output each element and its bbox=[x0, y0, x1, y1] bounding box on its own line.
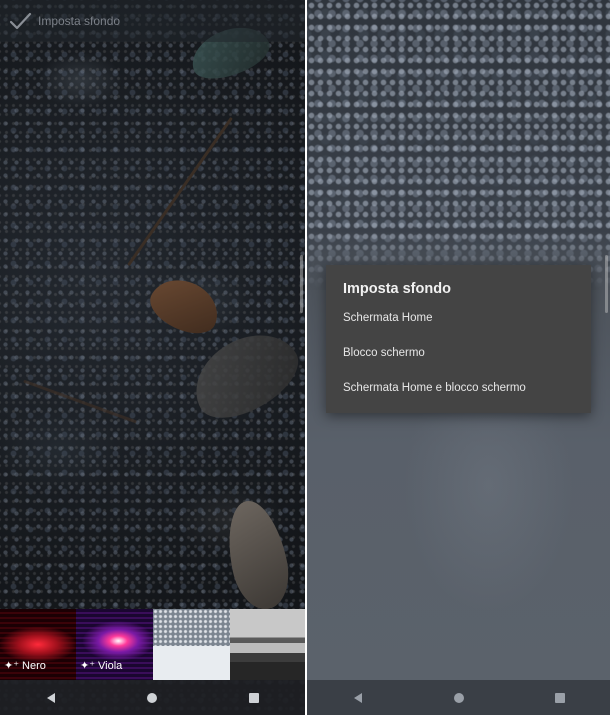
wallpaper-thumbnail-strip: ✦⁺ Nero ✦⁺ Viola bbox=[0, 609, 305, 680]
thumbnail-label: ✦⁺ Viola bbox=[80, 659, 123, 673]
set-wallpaper-label[interactable]: Imposta sfondo bbox=[38, 14, 120, 28]
leaf-decoration bbox=[219, 495, 296, 615]
navigation-bar-right bbox=[307, 680, 610, 715]
back-icon bbox=[353, 692, 362, 703]
option-lock-screen[interactable]: Blocco schermo bbox=[343, 346, 574, 381]
home-icon bbox=[147, 692, 158, 703]
twig-decoration bbox=[23, 379, 137, 424]
top-bar: Imposta sfondo bbox=[0, 0, 305, 42]
thumbnail-label: ✦⁺ Nero bbox=[4, 659, 46, 673]
recents-icon bbox=[249, 692, 260, 703]
scroll-handle[interactable] bbox=[300, 255, 303, 313]
leaf-decoration bbox=[179, 317, 305, 433]
thumbnail-viola[interactable]: ✦⁺ Viola bbox=[76, 609, 153, 680]
recents-button[interactable] bbox=[224, 680, 284, 715]
sparkle-icon: ✦⁺ bbox=[80, 660, 96, 672]
sparkle-icon: ✦⁺ bbox=[4, 660, 20, 672]
back-button[interactable] bbox=[328, 680, 388, 715]
navigation-bar-left bbox=[0, 680, 305, 715]
leaf-decoration bbox=[143, 269, 227, 343]
option-home-and-lock-screen[interactable]: Schermata Home e blocco schermo bbox=[343, 381, 574, 416]
recents-icon bbox=[554, 692, 565, 703]
home-button[interactable] bbox=[122, 680, 182, 715]
back-icon bbox=[46, 692, 55, 703]
twig-decoration bbox=[127, 116, 233, 267]
recents-button[interactable] bbox=[530, 680, 590, 715]
scroll-handle[interactable] bbox=[605, 255, 608, 313]
back-button[interactable] bbox=[21, 680, 81, 715]
home-icon bbox=[453, 692, 464, 703]
forest-texture bbox=[307, 0, 610, 290]
option-home-screen[interactable]: Schermata Home bbox=[343, 311, 574, 346]
thumbnail-snow[interactable] bbox=[153, 609, 230, 680]
set-wallpaper-dialog: Imposta sfondo Schermata Home Blocco sch… bbox=[326, 265, 591, 413]
wallpaper-preview-left: Imposta sfondo ✦⁺ Nero ✦⁺ Viola bbox=[0, 0, 305, 715]
home-button[interactable] bbox=[429, 680, 489, 715]
thumbnail-nero[interactable]: ✦⁺ Nero bbox=[0, 609, 76, 680]
check-icon[interactable] bbox=[8, 9, 32, 33]
dialog-title: Imposta sfondo bbox=[343, 281, 451, 297]
thumbnail-landscape[interactable] bbox=[230, 609, 305, 680]
